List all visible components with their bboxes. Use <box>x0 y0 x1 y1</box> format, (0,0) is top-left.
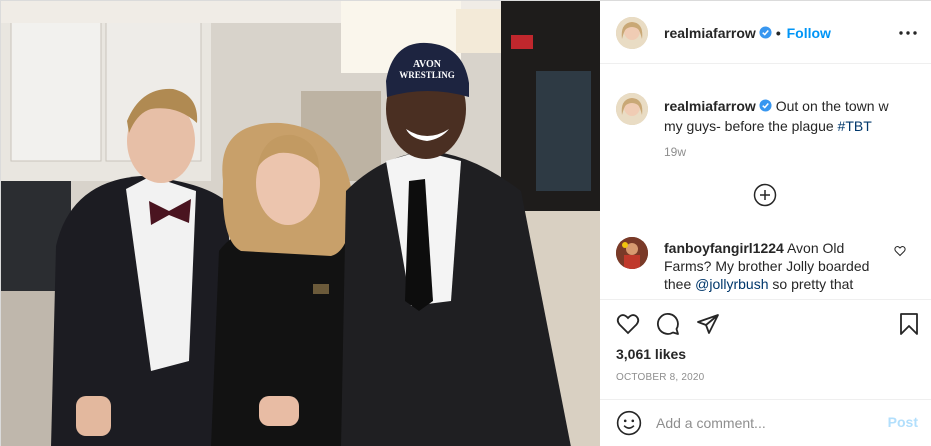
add-comment-bar: Post <box>600 399 931 446</box>
emoji-icon[interactable] <box>616 410 642 436</box>
separator-dot: • <box>775 25 781 41</box>
likes-count[interactable]: 3,061 likes <box>616 346 686 362</box>
comment-text: fanboyfangirl1224 Avon Old Farms? My bro… <box>664 239 876 293</box>
comment-icon[interactable] <box>656 312 680 336</box>
commenter-avatar[interactable] <box>616 237 648 269</box>
more-icon[interactable] <box>898 23 918 43</box>
share-icon[interactable] <box>696 312 720 336</box>
author-username[interactable]: realmiafarrow <box>664 25 756 41</box>
post-comment-button[interactable]: Post <box>888 414 918 430</box>
comment-username[interactable]: fanboyfangirl1224 <box>664 240 784 256</box>
comment-like-heart-icon[interactable] <box>894 245 906 257</box>
follow-button[interactable]: Follow <box>787 25 831 41</box>
comments-section: realmiafarrow Out on the town w my guys-… <box>600 65 931 299</box>
post-side-panel: realmiafarrow • Follow realmiafarrow Out … <box>600 1 931 446</box>
comment-body-2: so pretty that <box>772 276 854 292</box>
beanie-text-1: AVON <box>413 59 442 70</box>
header-user-line: realmiafarrow • Follow <box>664 25 831 41</box>
caption-hashtag[interactable]: #TBT <box>838 118 872 134</box>
caption-avatar[interactable] <box>616 93 648 125</box>
comment-mention[interactable]: @jollyrbush <box>695 276 768 292</box>
beanie-text-2: WRESTLING <box>399 70 455 80</box>
verified-icon <box>759 26 772 39</box>
post-dialog: AVON WRESTLING realmiafarrow • Follow rea… <box>0 0 931 446</box>
comment-input[interactable] <box>656 412 876 434</box>
verified-icon <box>759 99 772 112</box>
author-avatar[interactable] <box>616 17 648 49</box>
post-actions: 3,061 likes OCTOBER 8, 2020 <box>600 299 931 399</box>
caption-age[interactable]: 19w <box>664 145 686 159</box>
post-date[interactable]: OCTOBER 8, 2020 <box>616 372 704 383</box>
heart-icon[interactable] <box>616 312 640 336</box>
add-comment-plus-icon[interactable] <box>753 183 777 207</box>
photo-illustration: AVON WRESTLING <box>1 1 600 446</box>
caption-text: realmiafarrow Out on the town w my guys-… <box>664 96 904 136</box>
post-photo[interactable]: AVON WRESTLING <box>1 1 600 446</box>
bookmark-icon[interactable] <box>897 312 921 336</box>
caption-username[interactable]: realmiafarrow <box>664 98 756 114</box>
post-header: realmiafarrow • Follow <box>600 1 931 64</box>
